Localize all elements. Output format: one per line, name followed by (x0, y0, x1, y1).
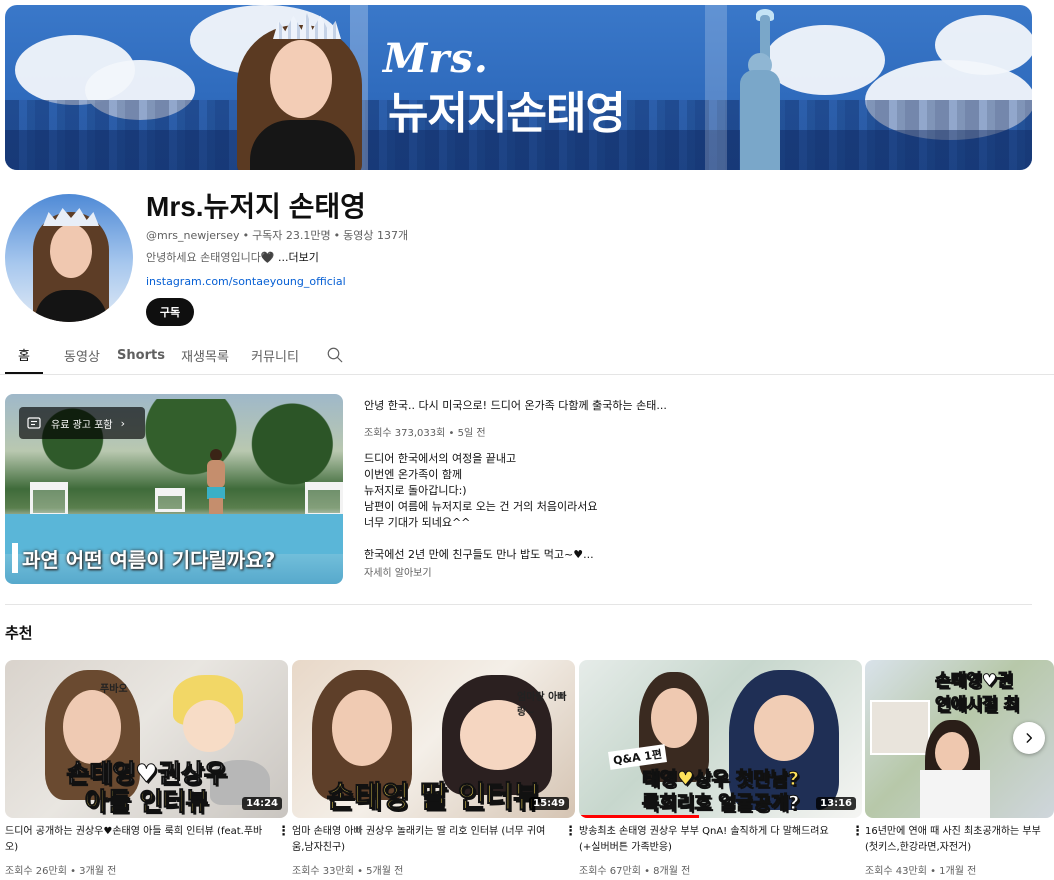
featured-video-title[interactable]: 안녕 한국.. 다시 미국으로! 드디어 온가족 다함께 출국하는 손태... (364, 397, 667, 413)
video-card[interactable]: Q&A 1편 태영♥상우 첫만남? 룩희리호 얼굴공개? 13:16 방송최초 … (579, 660, 864, 877)
channel-description[interactable]: 안녕하세요 손태영입니다🖤 ...더보기 (146, 249, 319, 265)
channel-meta: @mrs_newjersey • 구독자 23.1만명 • 동영상 137개 (146, 229, 409, 242)
tab-shorts[interactable]: Shorts (117, 336, 165, 374)
statue-of-liberty-image (730, 9, 790, 170)
channel-description-text: 안녕하세요 손태영입니다🖤 (146, 251, 275, 264)
video-title[interactable]: 드디어 공개하는 권상우♥손태영 아들 룩희 인터뷰 (feat.푸바오) (5, 824, 270, 856)
video-thumbnail[interactable]: Q&A 1편 태영♥상우 첫만남? 룩희리호 얼굴공개? 13:16 (579, 660, 862, 818)
tab-home[interactable]: 홈 (5, 336, 43, 374)
channel-name: Mrs.뉴저지 손태영 (146, 191, 366, 222)
chevron-right-icon (1026, 733, 1033, 743)
thumb-text-top: 태영♥상우 첫만남? (641, 768, 800, 791)
more-vert-icon[interactable]: ⋮ (564, 824, 577, 839)
description-line: 뉴저지로 돌아갑니다:) (364, 484, 467, 497)
tab-community[interactable]: 커뮤니티 (247, 336, 303, 374)
video-title[interactable]: 엄마 손태영 아빠 권상우 놀래키는 딸 리호 인터뷰 (너무 귀여움,남자친구… (292, 824, 557, 856)
channel-external-link[interactable]: instagram.com/sontaeyoung_official (146, 275, 346, 288)
description-line: 드디어 한국에서의 여정을 끝내고 (364, 452, 517, 465)
more-link[interactable]: ...더보기 (278, 251, 319, 264)
video-stats: 조회수 67만회 • 8개월 전 (579, 866, 691, 877)
tab-videos[interactable]: 동영상 (59, 336, 105, 374)
channel-banner: Mrs. 뉴저지손태영 (5, 5, 1032, 170)
channel-avatar[interactable] (5, 194, 133, 322)
subscribe-button[interactable]: 구독 (146, 298, 194, 326)
subscriber-count: 구독자 23.1만명 (252, 229, 331, 242)
channel-handle: @mrs_newjersey (146, 229, 240, 242)
ad-icon (27, 417, 41, 429)
description-line: 너무 기대가 되네요^^ (364, 516, 471, 529)
video-title[interactable]: 방송최초 손태영 권상우 부부 QnA! 솔직하게 다 말해드려요 (+실버버튼… (579, 824, 844, 856)
banner-title-mrs: Mrs. (383, 35, 489, 82)
video-stats: 조회수 33만회 • 5개월 전 (292, 866, 404, 877)
featured-video-stats: 조회수 373,033회 • 5일 전 (364, 428, 486, 439)
video-stats: 조회수 26만회 • 3개월 전 (5, 866, 117, 877)
featured-caption-text: 과연 어떤 여름이 기다릴까요? (22, 547, 276, 572)
banner-title-korean: 뉴저지손태영 (388, 88, 626, 139)
search-icon[interactable] (326, 346, 344, 364)
description-line: 남편이 여름에 뉴저지로 오는 건 거의 처음이라서요 (364, 500, 598, 513)
more-vert-icon[interactable]: ⋮ (277, 824, 290, 839)
carousel-next-button[interactable] (1013, 722, 1045, 754)
description-line (364, 531, 598, 547)
more-vert-icon[interactable]: ⋮ (851, 824, 864, 839)
video-card[interactable]: 엄마랑 아빠랑~ 손태영 딸 인터뷰 15:49 엄마 손태영 아빠 권상우 놀… (292, 660, 577, 877)
video-thumbnail[interactable]: 엄마랑 아빠랑~ 손태영 딸 인터뷰 15:49 (292, 660, 575, 818)
thumb-text-bottom: 연애시절 최 (935, 695, 1020, 716)
video-card[interactable]: 푸바오 손태영♥권상우 아들 인터뷰 14:24 드디어 공개하는 권상우♥손태… (5, 660, 290, 877)
tabs-divider (0, 374, 1054, 375)
video-thumbnail[interactable]: 푸바오 손태영♥권상우 아들 인터뷰 14:24 (5, 660, 288, 818)
video-duration: 13:16 (816, 797, 856, 810)
description-line: 이번엔 온가족이 함께 (364, 468, 463, 481)
section-title-recommended: 추천 (5, 624, 33, 642)
thumb-text-top: 손태영♥권 (935, 671, 1014, 692)
channel-tabs: 홈 동영상 Shorts 재생목록 커뮤니티 (5, 336, 1054, 374)
video-stats: 조회수 43만회 • 1개월 전 (865, 866, 977, 877)
featured-thumbnail-caption: 과연 어떤 여름이 기다릴까요? (12, 538, 275, 578)
video-duration: 15:49 (529, 797, 569, 810)
video-title[interactable]: 16년만에 연애 때 사진 최초공개하는 부부 (첫키스,한강라면,자전거) (865, 824, 1045, 856)
tab-playlists[interactable]: 재생목록 (177, 336, 233, 374)
thumb-overlay-text: 엄마랑 아빠랑~ (517, 692, 567, 718)
paid-promotion-label: 유료 광고 포함 (51, 419, 113, 431)
description-line: 한국에선 2년 만에 친구들도 만나 밥도 먹고~♥... (364, 548, 594, 561)
paid-promotion-badge[interactable]: 유료 광고 포함 › (19, 407, 145, 439)
video-duration: 14:24 (242, 797, 282, 810)
chevron-right-icon: › (120, 416, 125, 430)
thumb-overlay-text: 푸바오 (100, 684, 128, 695)
read-more-link[interactable]: 자세히 알아보기 (364, 564, 432, 579)
section-divider (5, 604, 1032, 605)
video-count: 동영상 137개 (343, 229, 409, 242)
featured-video-description: 드디어 한국에서의 여정을 끝내고 이번엔 온가족이 함께 뉴저지로 돌아갑니다… (364, 451, 598, 563)
